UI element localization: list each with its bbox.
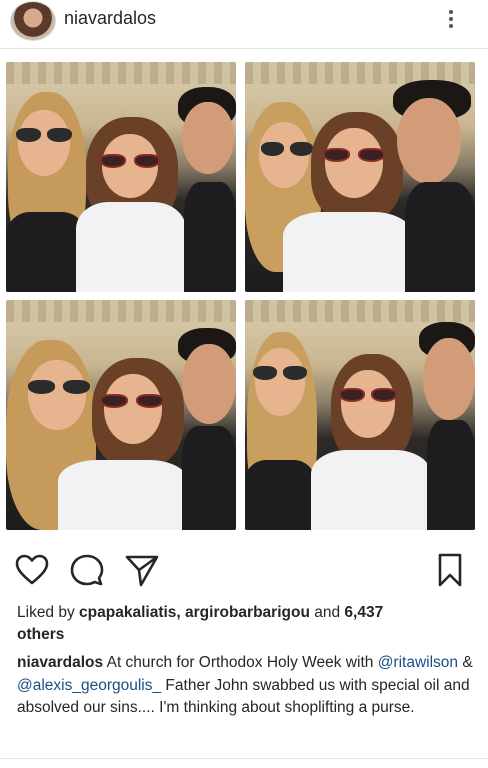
- bookmark-icon[interactable]: [432, 552, 468, 588]
- heart-icon[interactable]: [14, 552, 50, 588]
- mention-link[interactable]: @ritawilson: [378, 654, 458, 671]
- photo-2: [245, 62, 475, 292]
- liked-by-user[interactable]: argirobarbarigou: [185, 604, 310, 621]
- likes-prefix: Liked by: [17, 604, 80, 621]
- likes-summary[interactable]: Liked by cpapakaliatis, argirobarbarigou…: [17, 602, 477, 646]
- divider: [0, 758, 488, 759]
- caption-text: &: [458, 654, 473, 671]
- caption-username[interactable]: niavardalos: [17, 654, 103, 671]
- post-caption: niavardalos At church for Orthodox Holy …: [17, 652, 479, 720]
- photo-3: [6, 300, 236, 530]
- post-photo-collage[interactable]: [0, 54, 488, 544]
- likes-separator: ,: [176, 604, 186, 621]
- mention-link[interactable]: @alexis_georgoulis_: [17, 677, 161, 694]
- send-icon[interactable]: [124, 552, 160, 588]
- post-actions: [0, 552, 488, 592]
- post-header: niavardalos: [0, 0, 488, 46]
- username-link[interactable]: niavardalos: [64, 8, 156, 29]
- more-options-icon[interactable]: [443, 8, 459, 32]
- divider: [0, 48, 488, 49]
- likes-count[interactable]: 6,437: [344, 604, 383, 621]
- photo-1: [6, 62, 236, 292]
- comment-icon[interactable]: [69, 552, 105, 588]
- liked-by-user[interactable]: cpapakaliatis: [79, 604, 176, 621]
- likes-suffix[interactable]: others: [17, 626, 64, 643]
- caption-text: At church for Orthodox Holy Week with: [103, 654, 378, 671]
- likes-and: and: [309, 604, 345, 621]
- user-avatar[interactable]: [10, 1, 56, 41]
- photo-4: [245, 300, 475, 530]
